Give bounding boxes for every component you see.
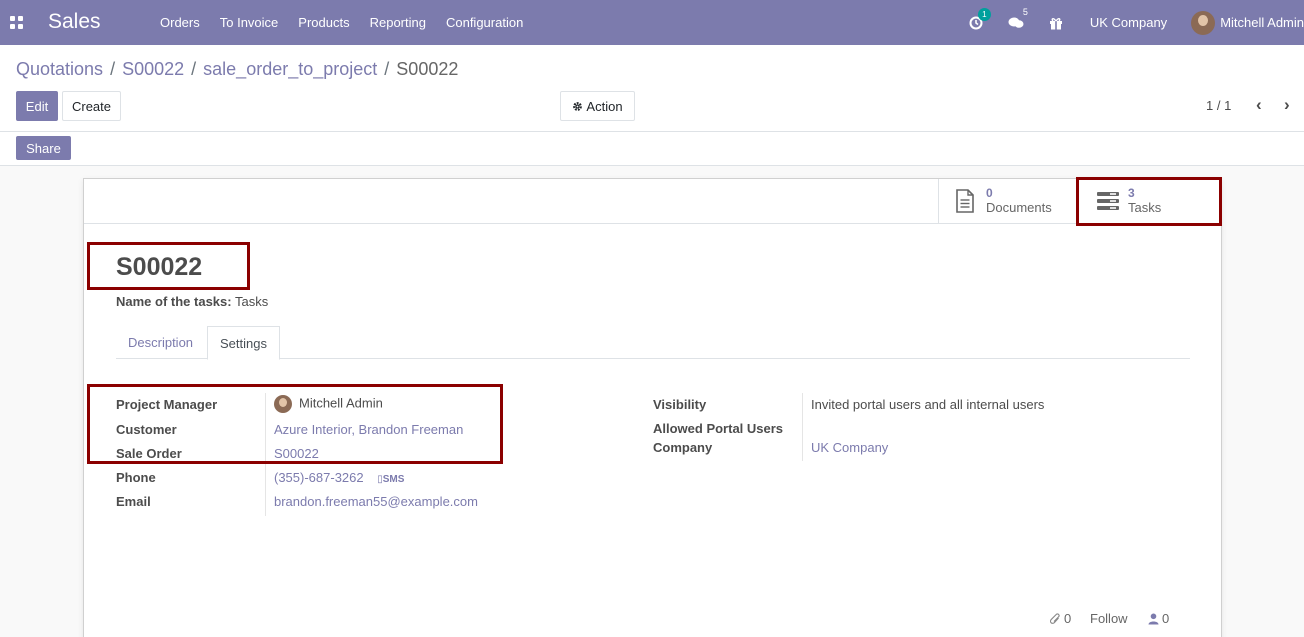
user-avatar: [1191, 10, 1216, 35]
user-name: Mitchell Admin: [1220, 15, 1304, 30]
menu-item-orders[interactable]: Orders: [150, 0, 210, 45]
messages-badge: 5: [1022, 6, 1028, 17]
tasks-name-field: Name of the tasks: Tasks: [116, 294, 268, 309]
right-group-separator: [802, 393, 803, 461]
action-label: Action: [586, 98, 623, 114]
company-value[interactable]: UK Company: [811, 440, 888, 455]
pager-previous-icon[interactable]: ‹: [1256, 95, 1262, 115]
activity-badge: 1: [977, 7, 991, 21]
control-panel-divider: [0, 131, 1304, 132]
phone-value[interactable]: (355)-687-3262: [274, 470, 364, 485]
tab-settings[interactable]: Settings: [207, 326, 280, 360]
documents-count: 0: [986, 186, 993, 200]
apps-menu-icon[interactable]: [10, 16, 23, 29]
menu-item-reporting[interactable]: Reporting: [360, 0, 436, 45]
tab-description[interactable]: Description: [116, 326, 205, 359]
paperclip-icon: [1050, 612, 1060, 624]
notebook-tabs: Description Settings: [116, 326, 1190, 360]
attachments-count: 0: [1064, 611, 1072, 626]
breadcrumb-order[interactable]: S00022: [122, 59, 184, 80]
breadcrumb-separator: /: [191, 59, 197, 79]
breadcrumb-separator: /: [110, 59, 116, 79]
tasks-icon: [1097, 192, 1119, 210]
share-button[interactable]: Share: [16, 136, 71, 160]
project-manager-label: Project Manager: [116, 397, 218, 412]
app-brand[interactable]: Sales: [48, 10, 101, 34]
pager-next-icon[interactable]: ›: [1284, 95, 1290, 115]
allowed-portal-users-label: Allowed Portal Users: [653, 421, 784, 436]
customer-value[interactable]: Azure Interior, Brandon Freeman: [274, 422, 463, 437]
customer-label: Customer: [116, 422, 177, 437]
visibility-value[interactable]: Invited portal users and all internal us…: [811, 397, 1044, 412]
edit-button[interactable]: Edit: [16, 91, 58, 121]
user-menu[interactable]: Mitchell Admin: [1191, 10, 1304, 35]
visibility-label: Visibility: [653, 397, 707, 412]
menu-item-configuration[interactable]: Configuration: [436, 0, 533, 45]
gear-icon: [573, 101, 583, 111]
project-manager-avatar: [274, 395, 292, 413]
phone-label: Phone: [116, 470, 156, 485]
sale-order-value[interactable]: S00022: [274, 446, 319, 461]
tasks-stat-button[interactable]: 3 Tasks: [1078, 179, 1221, 223]
email-value[interactable]: brandon.freeman55@example.com: [274, 494, 478, 509]
sale-order-label: Sale Order: [116, 446, 182, 461]
gift-icon[interactable]: [1049, 16, 1063, 30]
breadcrumb-separator: /: [384, 59, 390, 79]
pager-value[interactable]: 1 / 1: [1206, 98, 1231, 113]
main-navbar: Sales Orders To Invoice Products Reporti…: [0, 0, 1304, 45]
attachments-button[interactable]: 0: [1050, 611, 1071, 626]
phone-field: (355)-687-3262 ▯SMS: [274, 470, 404, 485]
sms-label: SMS: [382, 474, 405, 485]
project-manager-value[interactable]: Mitchell Admin: [274, 395, 383, 413]
create-button[interactable]: Create: [62, 91, 121, 121]
breadcrumb-quotations[interactable]: Quotations: [16, 59, 103, 80]
menu-item-products[interactable]: Products: [288, 0, 359, 45]
main-menu: Orders To Invoice Products Reporting Con…: [150, 0, 533, 45]
company-label: Company: [653, 440, 713, 455]
breadcrumb-project[interactable]: sale_order_to_project: [203, 59, 377, 80]
follow-button[interactable]: Follow: [1090, 611, 1128, 626]
followers-count: 0: [1162, 611, 1170, 626]
followers-button[interactable]: 0: [1148, 611, 1169, 626]
breadcrumb: Quotations / S00022 / sale_order_to_proj…: [16, 59, 458, 80]
sms-button[interactable]: ▯SMS: [377, 474, 404, 485]
left-group-separator: [265, 393, 266, 516]
form-sheet: 0 Documents 3 Tasks S00022 Name of the t…: [83, 178, 1222, 637]
action-button[interactable]: Action: [560, 91, 635, 121]
messages-icon[interactable]: 5: [1008, 7, 1028, 30]
tasks-label: Tasks: [1128, 200, 1162, 215]
email-label: Email: [116, 494, 151, 509]
company-switcher[interactable]: UK Company: [1090, 15, 1167, 30]
breadcrumb-current: S00022: [396, 59, 459, 79]
documents-label: Documents: [986, 200, 1052, 215]
tasks-count: 3: [1128, 186, 1135, 200]
systray: 1 5 UK Company Mitchell Admin: [960, 0, 1304, 45]
button-box: 0 Documents 3 Tasks: [84, 179, 1221, 224]
user-icon: [1148, 613, 1159, 624]
tasks-name-value[interactable]: Tasks: [235, 294, 268, 309]
control-panel: Quotations / S00022 / sale_order_to_proj…: [0, 45, 1304, 166]
tasks-name-label: Name of the tasks:: [116, 294, 232, 309]
menu-item-to-invoice[interactable]: To Invoice: [210, 0, 289, 45]
document-icon: [956, 189, 974, 213]
activity-icon[interactable]: 1: [969, 7, 991, 30]
project-manager-name: Mitchell Admin: [299, 395, 383, 411]
record-title: S00022: [116, 253, 203, 281]
documents-stat-button[interactable]: 0 Documents: [938, 179, 1078, 223]
